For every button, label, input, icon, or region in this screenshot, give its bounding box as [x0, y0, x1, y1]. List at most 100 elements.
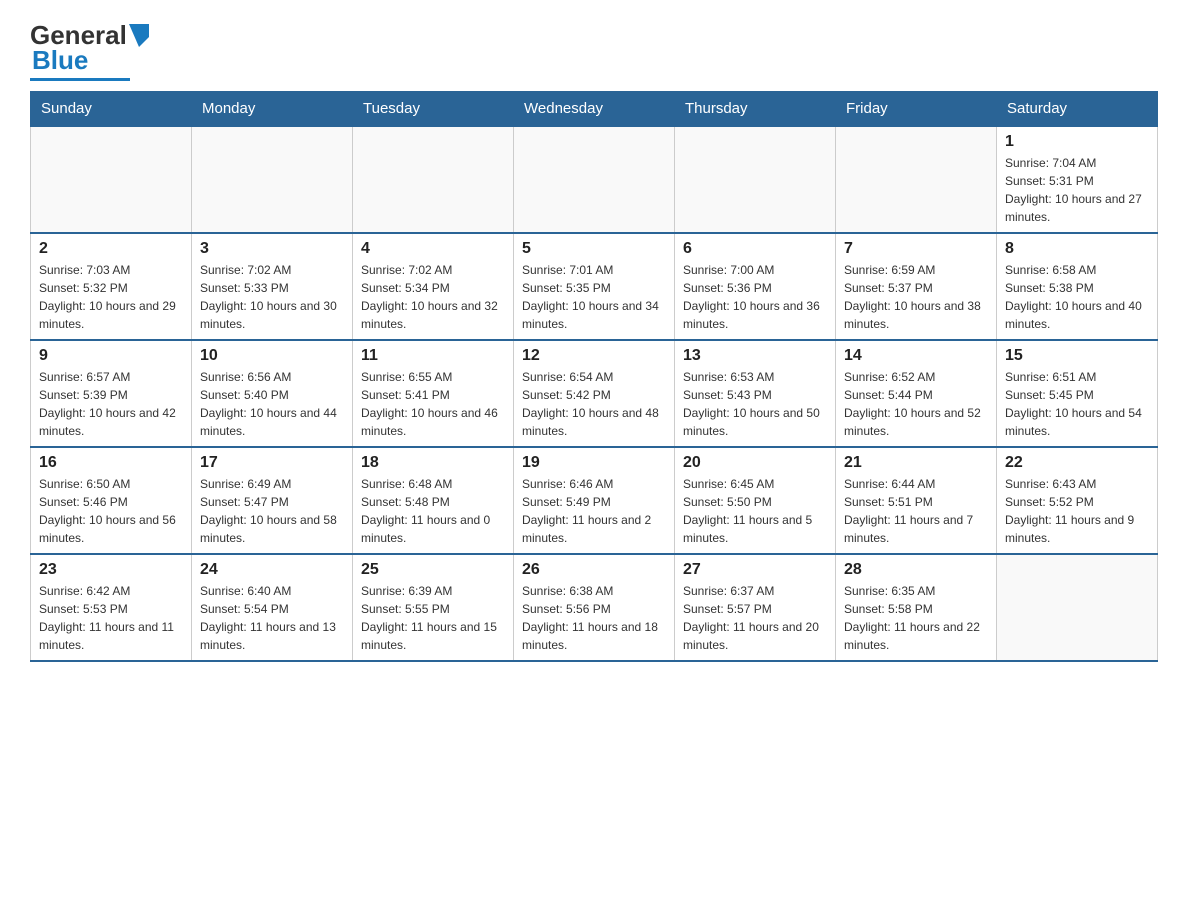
- sun-info: Sunrise: 7:04 AMSunset: 5:31 PMDaylight:…: [1005, 154, 1149, 226]
- calendar-cell: 8 Sunrise: 6:58 AMSunset: 5:38 PMDaylight…: [997, 233, 1158, 340]
- sun-info: Sunrise: 6:51 AMSunset: 5:45 PMDaylight:…: [1005, 368, 1149, 440]
- sun-info: Sunrise: 7:02 AMSunset: 5:34 PMDaylight:…: [361, 261, 505, 333]
- sun-info: Sunrise: 7:03 AMSunset: 5:32 PMDaylight:…: [39, 261, 183, 333]
- sun-info: Sunrise: 6:39 AMSunset: 5:55 PMDaylight:…: [361, 582, 505, 654]
- calendar-cell: 7 Sunrise: 6:59 AMSunset: 5:37 PMDaylight…: [836, 233, 997, 340]
- day-number: 8: [1005, 240, 1149, 258]
- day-number: 28: [844, 561, 988, 579]
- sun-info: Sunrise: 6:50 AMSunset: 5:46 PMDaylight:…: [39, 475, 183, 547]
- calendar-week-3: 9 Sunrise: 6:57 AMSunset: 5:39 PMDaylight…: [31, 340, 1158, 447]
- calendar-week-2: 2Sunrise: 7:03 AMSunset: 5:32 PMDaylight…: [31, 233, 1158, 340]
- calendar-cell: 20 Sunrise: 6:45 AMSunset: 5:50 PMDayligh…: [675, 447, 836, 554]
- day-number: 11: [361, 347, 505, 365]
- weekday-header-monday: Monday: [192, 92, 353, 127]
- calendar-cell: 27Sunrise: 6:37 AMSunset: 5:57 PMDayligh…: [675, 554, 836, 661]
- calendar-cell: 6 Sunrise: 7:00 AMSunset: 5:36 PMDaylight…: [675, 233, 836, 340]
- day-number: 24: [200, 561, 344, 579]
- weekday-header-thursday: Thursday: [675, 92, 836, 127]
- calendar-cell: 25 Sunrise: 6:39 AMSunset: 5:55 PMDayligh…: [353, 554, 514, 661]
- calendar-cell: 9 Sunrise: 6:57 AMSunset: 5:39 PMDaylight…: [31, 340, 192, 447]
- calendar-header-row: SundayMondayTuesdayWednesdayThursdayFrid…: [31, 92, 1158, 127]
- calendar-cell: [675, 126, 836, 233]
- day-number: 21: [844, 454, 988, 472]
- day-number: 25: [361, 561, 505, 579]
- day-number: 9: [39, 347, 183, 365]
- day-number: 6: [683, 240, 827, 258]
- sun-info: Sunrise: 6:54 AMSunset: 5:42 PMDaylight:…: [522, 368, 666, 440]
- calendar-cell: 11Sunrise: 6:55 AMSunset: 5:41 PMDayligh…: [353, 340, 514, 447]
- day-number: 16: [39, 454, 183, 472]
- sun-info: Sunrise: 6:43 AMSunset: 5:52 PMDaylight:…: [1005, 475, 1149, 547]
- sun-info: Sunrise: 7:02 AMSunset: 5:33 PMDaylight:…: [200, 261, 344, 333]
- sun-info: Sunrise: 6:58 AMSunset: 5:38 PMDaylight:…: [1005, 261, 1149, 333]
- sun-info: Sunrise: 6:38 AMSunset: 5:56 PMDaylight:…: [522, 582, 666, 654]
- calendar-cell: 22 Sunrise: 6:43 AMSunset: 5:52 PMDayligh…: [997, 447, 1158, 554]
- sun-info: Sunrise: 7:00 AMSunset: 5:36 PMDaylight:…: [683, 261, 827, 333]
- sun-info: Sunrise: 6:45 AMSunset: 5:50 PMDaylight:…: [683, 475, 827, 547]
- calendar-cell: 12 Sunrise: 6:54 AMSunset: 5:42 PMDayligh…: [514, 340, 675, 447]
- sun-info: Sunrise: 6:49 AMSunset: 5:47 PMDaylight:…: [200, 475, 344, 547]
- day-number: 7: [844, 240, 988, 258]
- weekday-header-saturday: Saturday: [997, 92, 1158, 127]
- logo-triangle-icon: [129, 19, 159, 49]
- calendar-cell: 13 Sunrise: 6:53 AMSunset: 5:43 PMDayligh…: [675, 340, 836, 447]
- day-number: 3: [200, 240, 344, 258]
- day-number: 20: [683, 454, 827, 472]
- calendar-cell: [192, 126, 353, 233]
- calendar-cell: 17 Sunrise: 6:49 AMSunset: 5:47 PMDayligh…: [192, 447, 353, 554]
- calendar-cell: 3 Sunrise: 7:02 AMSunset: 5:33 PMDaylight…: [192, 233, 353, 340]
- calendar-cell: 5 Sunrise: 7:01 AMSunset: 5:35 PMDaylight…: [514, 233, 675, 340]
- weekday-header-friday: Friday: [836, 92, 997, 127]
- day-number: 26: [522, 561, 666, 579]
- day-number: 13: [683, 347, 827, 365]
- calendar-cell: [514, 126, 675, 233]
- calendar-cell: 18Sunrise: 6:48 AMSunset: 5:48 PMDayligh…: [353, 447, 514, 554]
- calendar-week-1: 1 Sunrise: 7:04 AMSunset: 5:31 PMDaylight…: [31, 126, 1158, 233]
- calendar-cell: 14 Sunrise: 6:52 AMSunset: 5:44 PMDayligh…: [836, 340, 997, 447]
- calendar-cell: 16 Sunrise: 6:50 AMSunset: 5:46 PMDayligh…: [31, 447, 192, 554]
- calendar-cell: 1 Sunrise: 7:04 AMSunset: 5:31 PMDaylight…: [997, 126, 1158, 233]
- calendar-week-4: 16 Sunrise: 6:50 AMSunset: 5:46 PMDayligh…: [31, 447, 1158, 554]
- calendar-cell: 21 Sunrise: 6:44 AMSunset: 5:51 PMDayligh…: [836, 447, 997, 554]
- calendar-cell: 15 Sunrise: 6:51 AMSunset: 5:45 PMDayligh…: [997, 340, 1158, 447]
- sun-info: Sunrise: 6:56 AMSunset: 5:40 PMDaylight:…: [200, 368, 344, 440]
- calendar-table: SundayMondayTuesdayWednesdayThursdayFrid…: [30, 91, 1158, 662]
- day-number: 14: [844, 347, 988, 365]
- day-number: 4: [361, 240, 505, 258]
- sun-info: Sunrise: 6:59 AMSunset: 5:37 PMDaylight:…: [844, 261, 988, 333]
- day-number: 1: [1005, 133, 1149, 151]
- sun-info: Sunrise: 6:52 AMSunset: 5:44 PMDaylight:…: [844, 368, 988, 440]
- day-number: 19: [522, 454, 666, 472]
- calendar-cell: 23Sunrise: 6:42 AMSunset: 5:53 PMDayligh…: [31, 554, 192, 661]
- day-number: 5: [522, 240, 666, 258]
- sun-info: Sunrise: 7:01 AMSunset: 5:35 PMDaylight:…: [522, 261, 666, 333]
- day-number: 12: [522, 347, 666, 365]
- calendar-cell: 2Sunrise: 7:03 AMSunset: 5:32 PMDaylight…: [31, 233, 192, 340]
- logo-blue: Blue: [32, 45, 88, 76]
- calendar-cell: 28 Sunrise: 6:35 AMSunset: 5:58 PMDayligh…: [836, 554, 997, 661]
- day-number: 10: [200, 347, 344, 365]
- calendar-cell: 4 Sunrise: 7:02 AMSunset: 5:34 PMDaylight…: [353, 233, 514, 340]
- sun-info: Sunrise: 6:53 AMSunset: 5:43 PMDaylight:…: [683, 368, 827, 440]
- day-number: 15: [1005, 347, 1149, 365]
- calendar-cell: 26 Sunrise: 6:38 AMSunset: 5:56 PMDayligh…: [514, 554, 675, 661]
- day-number: 22: [1005, 454, 1149, 472]
- weekday-header-sunday: Sunday: [31, 92, 192, 127]
- page-header: General Blue: [30, 20, 1158, 81]
- logo: General Blue: [30, 20, 159, 81]
- calendar-cell: 19Sunrise: 6:46 AMSunset: 5:49 PMDayligh…: [514, 447, 675, 554]
- calendar-cell: 10 Sunrise: 6:56 AMSunset: 5:40 PMDayligh…: [192, 340, 353, 447]
- sun-info: Sunrise: 6:44 AMSunset: 5:51 PMDaylight:…: [844, 475, 988, 547]
- sun-info: Sunrise: 6:42 AMSunset: 5:53 PMDaylight:…: [39, 582, 183, 654]
- calendar-cell: [997, 554, 1158, 661]
- day-number: 17: [200, 454, 344, 472]
- calendar-cell: 24Sunrise: 6:40 AMSunset: 5:54 PMDayligh…: [192, 554, 353, 661]
- sun-info: Sunrise: 6:35 AMSunset: 5:58 PMDaylight:…: [844, 582, 988, 654]
- calendar-cell: [31, 126, 192, 233]
- logo-underline: [30, 78, 130, 81]
- calendar-week-5: 23Sunrise: 6:42 AMSunset: 5:53 PMDayligh…: [31, 554, 1158, 661]
- day-number: 27: [683, 561, 827, 579]
- sun-info: Sunrise: 6:57 AMSunset: 5:39 PMDaylight:…: [39, 368, 183, 440]
- weekday-header-wednesday: Wednesday: [514, 92, 675, 127]
- day-number: 18: [361, 454, 505, 472]
